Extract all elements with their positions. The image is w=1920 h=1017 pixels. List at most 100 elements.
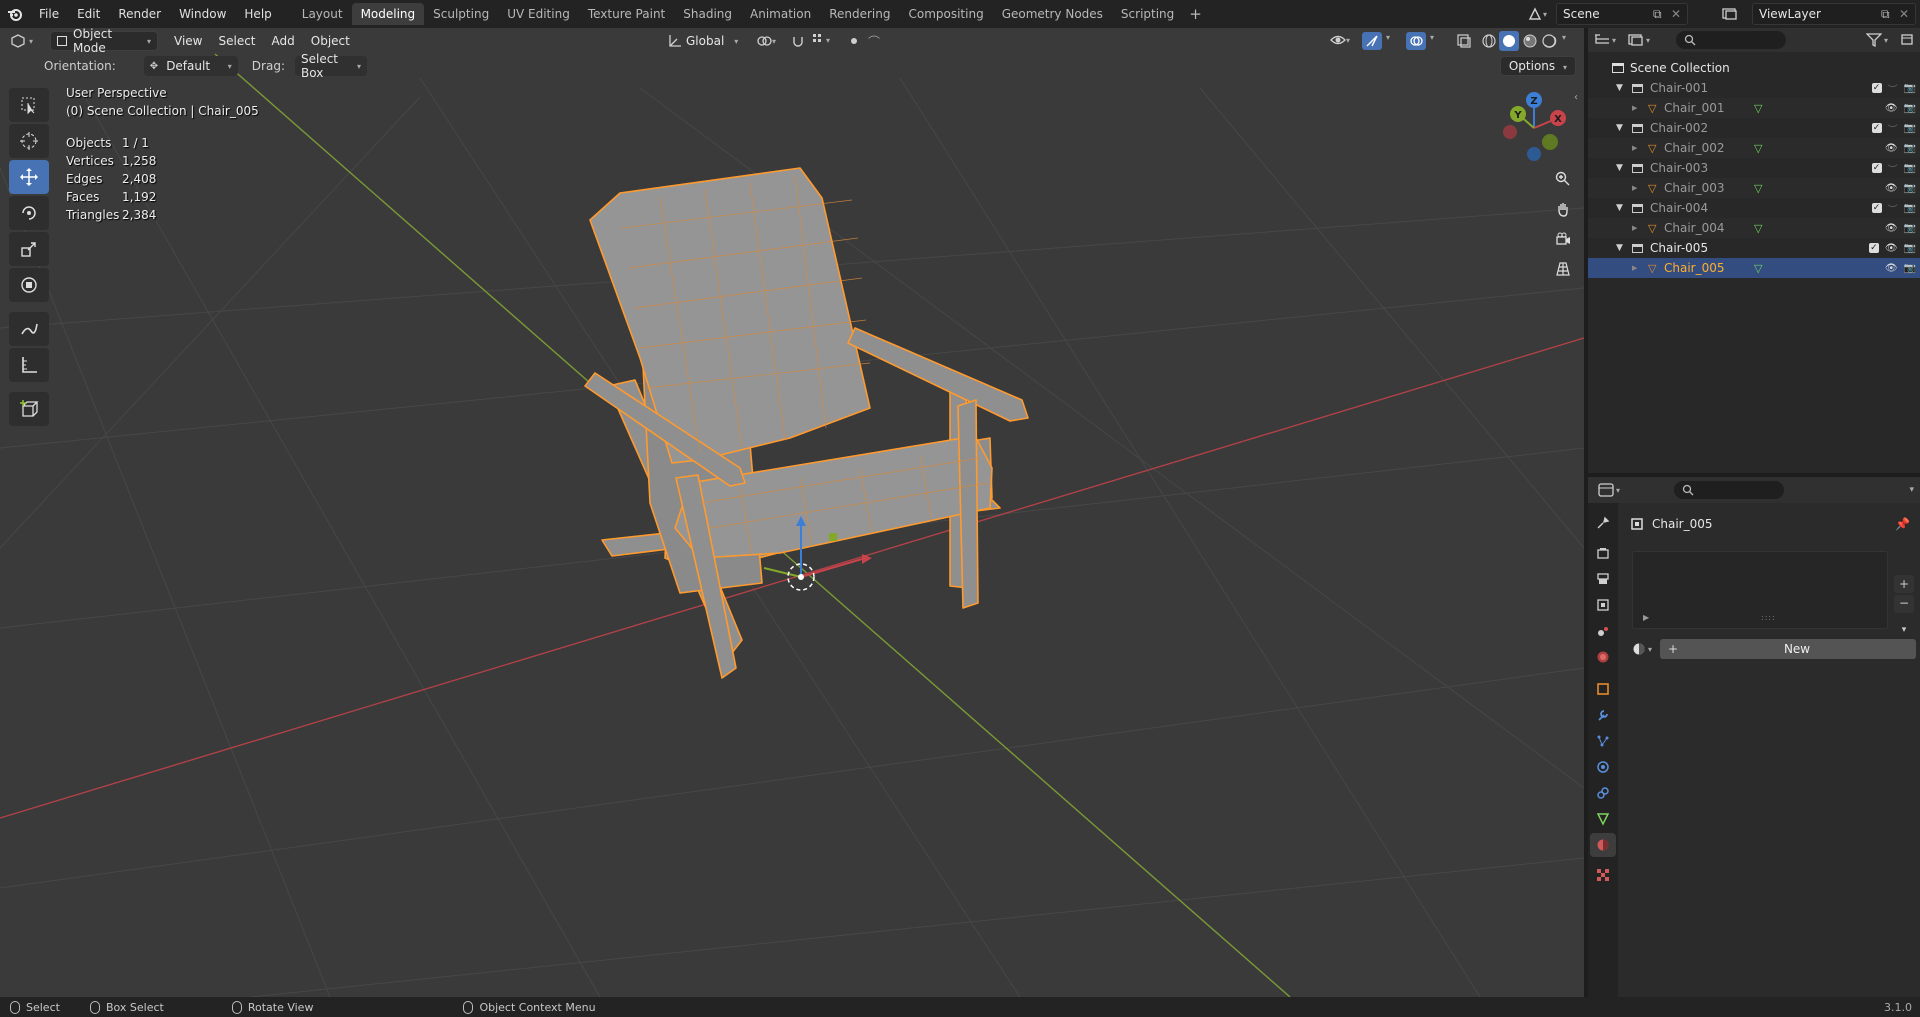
browse-material-button[interactable]: ▾ bbox=[1632, 639, 1658, 659]
hide-eye-icon[interactable]: ︶ bbox=[1888, 81, 1898, 96]
menu-add[interactable]: Add bbox=[264, 28, 303, 54]
cursor-tool[interactable] bbox=[9, 124, 49, 158]
options-dropdown[interactable]: Options ▾ bbox=[1499, 56, 1576, 76]
xray-toggle-icon[interactable] bbox=[1456, 33, 1472, 52]
mesh-data-icon[interactable]: ▽ bbox=[1754, 142, 1762, 155]
tab-animation[interactable]: Animation bbox=[741, 3, 820, 25]
exclude-checkbox-icon[interactable]: ✓ bbox=[1868, 243, 1879, 253]
tab-rendering[interactable]: Rendering bbox=[820, 3, 899, 25]
tab-output-icon[interactable] bbox=[1590, 567, 1616, 591]
disclosure-arrow-icon[interactable]: ▶ bbox=[1632, 144, 1637, 152]
annotate-tool[interactable] bbox=[9, 312, 49, 346]
copy-scene-icon[interactable]: ⧉ bbox=[1653, 7, 1671, 22]
new-collection-icon[interactable] bbox=[1900, 32, 1914, 49]
view-layer-icon[interactable] bbox=[1722, 5, 1748, 23]
hide-eye-icon[interactable]: 👁 bbox=[1885, 143, 1898, 154]
tab-constraints-icon[interactable] bbox=[1590, 781, 1616, 805]
tab-layout[interactable]: Layout bbox=[293, 3, 352, 25]
outliner-object-row[interactable]: ▶ ▽ Chair_004 ▽ 👁 📷 bbox=[1588, 218, 1920, 238]
add-material-slot-button[interactable]: + bbox=[1894, 575, 1914, 593]
tab-physics-icon[interactable] bbox=[1590, 755, 1616, 779]
exclude-checkbox-icon[interactable]: ✓ bbox=[1871, 203, 1882, 213]
mesh-data-icon[interactable]: ▽ bbox=[1754, 182, 1762, 195]
copy-view-layer-icon[interactable]: ⧉ bbox=[1881, 7, 1899, 22]
render-camera-icon[interactable]: 📷 bbox=[1904, 163, 1916, 174]
scale-tool[interactable] bbox=[9, 232, 49, 266]
outliner-collection-row[interactable]: ▼ Chair-005 ✓ 👁 📷 bbox=[1588, 238, 1920, 258]
outliner-search-input[interactable] bbox=[1676, 31, 1786, 49]
hide-eye-icon[interactable]: 👁 bbox=[1885, 263, 1898, 274]
disclosure-arrow-icon[interactable]: ▶ bbox=[1632, 104, 1637, 112]
shading-dropdown-icon[interactable]: ▾ bbox=[1562, 33, 1566, 42]
disclosure-arrow-icon[interactable]: ▼ bbox=[1616, 83, 1623, 93]
outliner-object-row[interactable]: ▶ ▽ Chair_002 ▽ 👁 📷 bbox=[1588, 138, 1920, 158]
menu-window[interactable]: Window bbox=[170, 0, 235, 28]
disclosure-arrow-icon[interactable]: ▼ bbox=[1616, 123, 1623, 133]
tab-render-icon[interactable] bbox=[1590, 541, 1616, 565]
outliner-collection-row[interactable]: ▼ Chair-002 ✓ ︶ 📷 bbox=[1588, 118, 1920, 138]
properties-options-icon[interactable]: ▾ bbox=[1909, 485, 1914, 495]
sidebar-toggle-icon[interactable]: ‹ bbox=[1574, 92, 1578, 103]
hide-eye-icon[interactable]: 👁 bbox=[1885, 223, 1898, 234]
pan-view-hand-icon[interactable] bbox=[1550, 196, 1576, 222]
outliner-editor-type-icon[interactable]: ▾ bbox=[1594, 33, 1628, 47]
remove-material-slot-button[interactable]: − bbox=[1894, 595, 1914, 613]
mesh-data-icon[interactable]: ▽ bbox=[1754, 102, 1762, 115]
blender-logo-icon[interactable] bbox=[0, 0, 30, 28]
menu-help[interactable]: Help bbox=[235, 0, 280, 28]
render-camera-icon[interactable]: 📷 bbox=[1904, 103, 1916, 114]
disclosure-arrow-icon[interactable]: ▶ bbox=[1632, 184, 1637, 192]
drag-setting-dropdown[interactable]: Select Box ▾ bbox=[294, 52, 367, 80]
disclosure-arrow-icon[interactable]: ▼ bbox=[1616, 243, 1623, 253]
tab-object-data-icon[interactable] bbox=[1590, 807, 1616, 831]
transform-orientation-dropdown[interactable]: Global ▾ bbox=[668, 31, 738, 51]
view-layer-selector[interactable]: ViewLayer ⧉ ✕ bbox=[1752, 3, 1916, 25]
3d-viewport[interactable]: ▾ Object Mode ▾ View Select Add Object G… bbox=[0, 28, 1584, 997]
move-tool[interactable] bbox=[9, 160, 49, 194]
outliner-object-row[interactable]: ▶ ▽ Chair_001 ▽ 👁 📷 bbox=[1588, 98, 1920, 118]
visibility-selectability-icon[interactable]: ▾ bbox=[1330, 33, 1350, 47]
exclude-checkbox-icon[interactable]: ✓ bbox=[1871, 123, 1882, 133]
hide-eye-icon[interactable]: 👁 bbox=[1885, 183, 1898, 194]
tab-scene-icon[interactable] bbox=[1590, 619, 1616, 643]
hide-eye-icon[interactable]: ︶ bbox=[1888, 201, 1898, 216]
proportional-falloff-icon[interactable]: ⌒ bbox=[868, 33, 880, 50]
tab-geometry-nodes[interactable]: Geometry Nodes bbox=[993, 3, 1112, 25]
rotate-tool[interactable] bbox=[9, 196, 49, 230]
outliner-collection-row[interactable]: ▼ Chair-004 ✓ ︶ 📷 bbox=[1588, 198, 1920, 218]
render-camera-icon[interactable]: 📷 bbox=[1904, 243, 1916, 254]
render-camera-icon[interactable]: 📷 bbox=[1904, 203, 1916, 214]
snap-target-button[interactable]: ▾ bbox=[812, 33, 830, 47]
disclosure-arrow-icon[interactable]: ▶ bbox=[1632, 224, 1637, 232]
overlay-dropdown-icon[interactable]: ▾ bbox=[1430, 33, 1434, 42]
tab-texture-icon[interactable] bbox=[1590, 863, 1616, 887]
outliner-object-row[interactable]: ▶ ▽ Chair_005 ▽ 👁 📷 bbox=[1588, 258, 1920, 278]
delete-scene-icon[interactable]: ✕ bbox=[1671, 7, 1687, 21]
material-specials-button[interactable]: ▾ bbox=[1894, 621, 1914, 639]
editor-type-button[interactable]: ▾ bbox=[10, 31, 50, 51]
menu-view[interactable]: View bbox=[166, 28, 210, 54]
tab-texture-paint[interactable]: Texture Paint bbox=[579, 3, 674, 25]
material-slot-list[interactable]: ▶ :::: bbox=[1632, 551, 1888, 629]
snap-toggle-icon[interactable] bbox=[788, 33, 808, 49]
object-mode-dropdown[interactable]: Object Mode ▾ bbox=[50, 28, 158, 55]
hide-eye-icon[interactable]: 👁 bbox=[1885, 243, 1898, 254]
render-camera-icon[interactable]: 📷 bbox=[1904, 143, 1916, 154]
new-material-button[interactable]: + New bbox=[1660, 639, 1916, 659]
menu-edit[interactable]: Edit bbox=[68, 0, 109, 28]
properties-editor-type-icon[interactable]: ▾ bbox=[1598, 483, 1620, 497]
overlay-toggle-icon[interactable] bbox=[1406, 32, 1426, 50]
scene-type-icon[interactable]: ▾ bbox=[1528, 5, 1554, 23]
shading-material-icon[interactable] bbox=[1522, 33, 1538, 52]
outliner-collection-row[interactable]: ▼ Chair-001 ✓ ︶ 📷 bbox=[1588, 78, 1920, 98]
tab-material-icon[interactable] bbox=[1590, 833, 1616, 857]
shading-wireframe-icon[interactable] bbox=[1481, 33, 1497, 52]
shading-solid-icon[interactable] bbox=[1499, 31, 1519, 51]
menu-file[interactable]: File bbox=[30, 0, 68, 28]
render-camera-icon[interactable]: 📷 bbox=[1904, 123, 1916, 134]
tab-world-icon[interactable] bbox=[1590, 645, 1616, 669]
scene-selector[interactable]: Scene ⧉ ✕ bbox=[1556, 3, 1688, 25]
expand-arrow-icon[interactable]: ▶ bbox=[1643, 613, 1649, 622]
select-box-tool[interactable] bbox=[9, 88, 49, 122]
hide-eye-icon[interactable]: ︶ bbox=[1888, 161, 1898, 176]
